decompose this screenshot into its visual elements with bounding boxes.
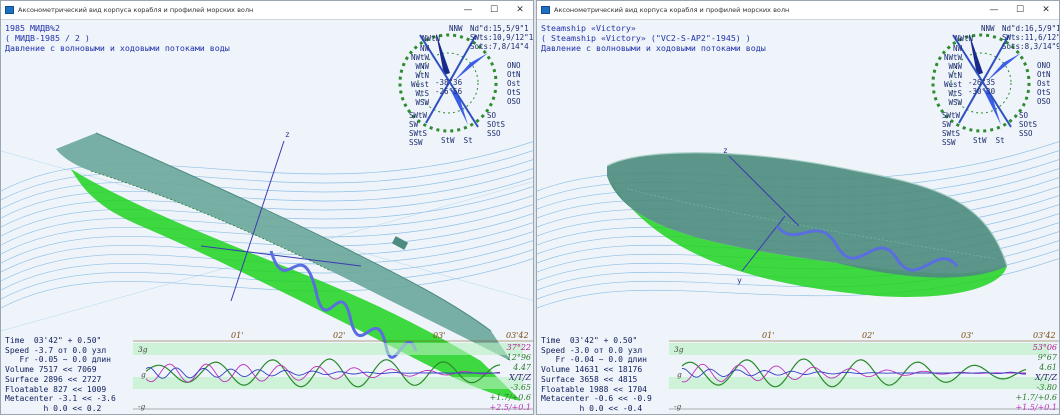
timeline-label-3: 03' (433, 331, 446, 340)
rose-bottom-left-labels: SWtW SW SWtS SSW (409, 111, 428, 147)
rose-right-labels: ONO OtN Ost OtS OSO (507, 61, 521, 106)
scale-neg-g: -g (138, 402, 146, 411)
right-value-2: 12°96 (506, 353, 531, 362)
timeline-label-3: 03' (961, 331, 974, 340)
scale-g: g (141, 370, 146, 379)
stat-surface: Surface 3658 << 4815 (541, 374, 638, 384)
stat-speed: Speed -3.7 от 0.0 узл (5, 345, 107, 355)
stat-surface: Surface 2896 << 2727 (5, 374, 102, 384)
viewer-window-left: Аксонометрический вид корпуса корабля и … (0, 0, 534, 415)
rose-bottom-left-labels: SWtW SW SWtS SSW (942, 111, 961, 147)
rose-readout-2: SWts:10,9/12"1 (470, 33, 534, 42)
ship-name: Steamship «Victory» (541, 23, 636, 33)
ship-code: ( МИДВ-1985 / 2 ) (5, 33, 90, 43)
right-value-1: 37°22 (506, 343, 531, 352)
scene-description: Давление с волновыми и ходовыми потоками… (5, 43, 230, 53)
axis-z-label: z (285, 130, 290, 139)
scene-description: Давление с волновыми и ходовыми потоками… (541, 43, 766, 53)
timeline-label-4: 03'42 (506, 331, 529, 340)
timeline-label-4: 03'42 (1033, 331, 1056, 340)
scale-3g: 3g (138, 345, 148, 354)
right-value-3: 4.61 (1039, 363, 1057, 372)
right-value-7: +2.5/+0.1 (489, 403, 531, 412)
stat-h: h 0.0 << -0.4 (541, 403, 643, 413)
rose-bottom-mid: StW St (973, 136, 1005, 145)
stat-time: Time 03'42" + 0.50" (5, 336, 102, 345)
scale-neg-g: -g (674, 402, 682, 411)
right-value-6: +1.7/+0.6 (1015, 393, 1057, 402)
stat-floatable: Floatable 1988 << 1704 (541, 384, 647, 394)
stats-panel: Time 03'42" + 0.50" Speed -3.7 от 0.0 узл… (5, 336, 116, 414)
ship-header: 1985 МИДВ%2( МИДВ-1985 / 2 ) Давление с в… (5, 23, 230, 53)
rose-bottom-mid: StW St (441, 136, 473, 145)
rose-left-labels: NW NWtW WNW WtN West WtS WSW (410, 44, 429, 107)
stats-panel: Time 03'42" + 0.50" Speed -3.0 от 0.0 узл… (541, 336, 652, 414)
right-value-5: -3.65 (510, 383, 531, 392)
stat-h: h 0.0 << 0.2 (5, 403, 102, 413)
scale-g: g (677, 370, 682, 379)
stat-speed: Speed -3.0 от 0.0 узл (541, 345, 643, 355)
right-value-3: 4.47 (513, 363, 531, 372)
right-value-6: +1.7/+0.6 (489, 393, 531, 402)
right-value-1: 53°06 (1032, 343, 1057, 352)
right-value-7: +1.5/+0.1 (1015, 403, 1057, 412)
axis-y-label: y (737, 276, 742, 285)
stat-volume: Volume 14631 << 18176 (541, 365, 643, 375)
stat-time: Time 03'42" + 0.50" (541, 336, 638, 345)
stat-metacenter: Metacenter -0.6 << -0.9 (541, 394, 652, 404)
right-value-4: X/T/Z (1035, 373, 1057, 382)
ship-name: 1985 МИДВ%2 (5, 23, 60, 33)
rose-readout-1: Nd"d:16,5/9"1 (1002, 24, 1060, 33)
timeline-chart (669, 340, 1059, 410)
rose-readout-2: SWts:11,6/12"5 (1002, 33, 1060, 42)
timeline-label-1: 01' (762, 331, 775, 340)
scale-3g: 3g (674, 345, 684, 354)
right-value-2: 9°67 (1037, 353, 1057, 362)
stat-floatable: Floatable 827 << 1009 (5, 384, 107, 394)
viewer-window-right: Аксонометрический вид корпуса корабля и … (536, 0, 1060, 415)
rose-bottom-right-labels: SO SOtS SSO (1019, 111, 1038, 138)
timeline-label-1: 01' (231, 331, 244, 340)
stat-froude: Fr -0.04 ~ 0.0 длин (541, 355, 647, 365)
stat-volume: Volume 7517 << 7069 (5, 365, 97, 375)
timeline-label-2: 02' (862, 331, 875, 340)
rose-left-labels: NW NWtW WNW WtN West WtS WSW (943, 44, 962, 107)
ship-hull[interactable] (606, 152, 1008, 297)
rose-nwtn: NWtN (955, 34, 974, 43)
right-value-5: -3.80 (1036, 383, 1057, 392)
stat-froude: Fr -0.05 ~ 0.0 длин (5, 355, 111, 365)
rose-center-values: -26°35 -30°30 (968, 78, 996, 96)
rose-right-labels: ONO OtN Ost OtS OSO (1037, 61, 1051, 106)
axis-z-label: z (723, 146, 728, 155)
rose-nnw: NNW (449, 24, 463, 33)
rose-readout-3: Sots:7,8/14"4 (470, 42, 529, 51)
rose-readout-1: Nd"d:15,5/9"1 (470, 24, 529, 33)
rose-bottom-right-labels: SO SOtS SSO (487, 111, 506, 138)
rose-nnw: NNW (981, 24, 995, 33)
right-value-4: X/T/Z (509, 373, 531, 382)
ship-header: Steamship «Victory»( Steamship «Victory»… (541, 23, 766, 53)
rose-nwtn: NWtN (422, 34, 441, 43)
ship-code: ( Steamship «Victory» ("VC2-S-AP2"-1945)… (541, 33, 751, 43)
timeline-label-2: 02' (333, 331, 346, 340)
stat-metacenter: Metacenter -3.1 << -3.6 (5, 394, 116, 404)
rose-center-values: -38°36 -26°56 (435, 78, 463, 96)
rose-readout-3: Sots:8,3/14"9 (1002, 42, 1060, 51)
